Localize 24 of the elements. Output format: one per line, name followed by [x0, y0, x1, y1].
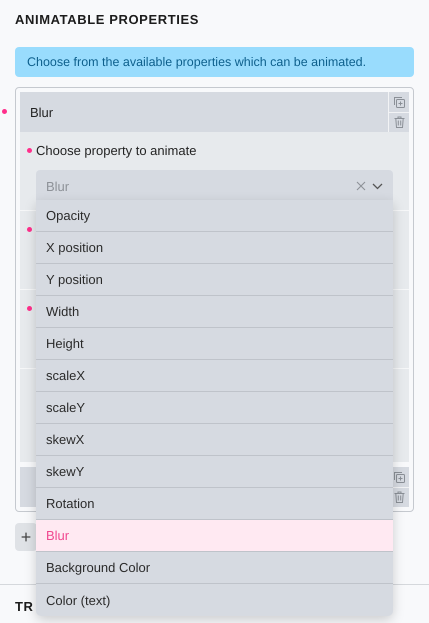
dropdown-option[interactable]: Background Color	[36, 552, 393, 584]
dropdown-option[interactable]: skewX	[36, 424, 393, 456]
dropdown-option[interactable]: skewY	[36, 456, 393, 488]
item-header[interactable]: Blur	[20, 92, 409, 132]
add-button[interactable]: +	[15, 523, 37, 551]
dropdown-option[interactable]: scaleY	[36, 392, 393, 424]
field-label: Choose property to animate	[36, 143, 196, 158]
section-heading: ANIMATABLE PROPERTIES	[15, 11, 200, 28]
dropdown-option[interactable]: X position	[36, 232, 393, 264]
duplicate-icon	[393, 470, 405, 483]
chevron-down-icon[interactable]	[372, 182, 383, 190]
dropdown-option[interactable]: Color (text)	[36, 584, 393, 616]
info-banner: Choose from the available properties which can be animated.	[15, 47, 414, 77]
dropdown-option[interactable]: scaleX	[36, 360, 393, 392]
section-heading: TR	[15, 599, 34, 615]
item-title: Blur	[29, 104, 54, 122]
trash-icon	[394, 491, 404, 504]
dropdown-option[interactable]: Height	[36, 328, 393, 360]
dropdown-option[interactable]: Width	[36, 296, 393, 328]
clear-icon[interactable]	[356, 181, 366, 191]
dropdown-option[interactable]: Y position	[36, 264, 393, 296]
dropdown-option[interactable]: Opacity	[36, 200, 393, 232]
duplicate-icon	[393, 96, 405, 108]
trash-icon	[394, 116, 404, 128]
